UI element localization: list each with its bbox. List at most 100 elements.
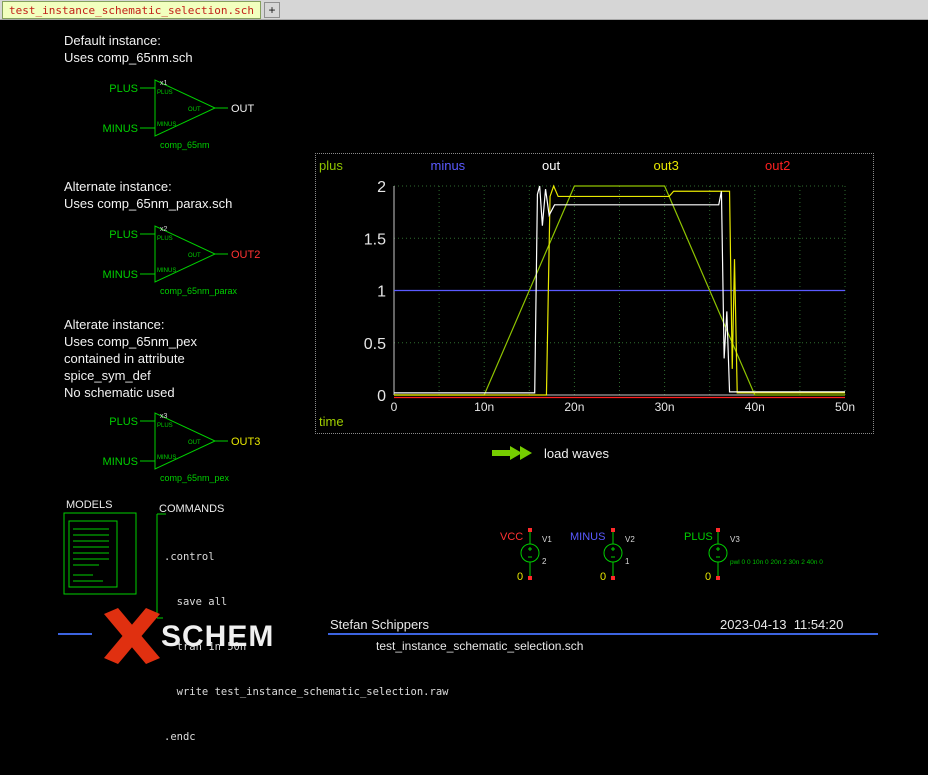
x-tick-label: 10n — [474, 400, 494, 414]
y-tick-label: 1.5 — [364, 231, 386, 248]
x-tick-label: 50n — [835, 400, 855, 414]
pin-label-out: OUT — [188, 253, 201, 259]
net-label-out3[interactable]: OUT3 — [231, 436, 260, 448]
commands-label: COMMANDS — [159, 503, 224, 515]
pin-label-out: OUT — [188, 440, 201, 446]
pin-square[interactable] — [611, 528, 615, 532]
load-waves-launcher[interactable]: load waves — [492, 445, 609, 461]
comparator-symbol-x3[interactable]: PLUS MINUS x3 PLUS OUT MINUS OUT3 comp_6… — [100, 403, 290, 488]
source-value-pwl: pwl 0 0 10n 0 20n 2 30n 2 40n 0 — [730, 559, 823, 566]
vsource-circle[interactable] — [604, 544, 622, 562]
pin-square[interactable] — [716, 528, 720, 532]
new-tab-button[interactable]: + — [264, 2, 280, 18]
heading-line: Default instance: — [64, 32, 193, 49]
schematic-filename: test_instance_schematic_selection.sch — [376, 639, 583, 653]
pin-label-minus: MINUS — [157, 122, 176, 128]
tab-bar: test_instance_schematic_selection.sch + — [0, 0, 928, 20]
instance-ref: V2 — [625, 535, 635, 544]
heading-line: Uses comp_65nm_parax.sch — [64, 195, 232, 212]
legend-out2[interactable]: out2 — [765, 158, 790, 173]
models-icon[interactable] — [63, 512, 139, 596]
title-block-line — [328, 633, 878, 635]
waveform-plot[interactable]: 010n20n30n40n50n00.511.52 plusminusoutou… — [316, 154, 873, 433]
load-waves-label[interactable]: load waves — [544, 446, 609, 461]
net-label-plus[interactable]: PLUS — [109, 83, 138, 95]
net-label-plus[interactable]: PLUS — [109, 416, 138, 428]
heading-line: No schematic used — [64, 384, 197, 401]
heading-line: Alternate instance: — [64, 178, 232, 195]
pin-square[interactable] — [611, 576, 615, 580]
symbol-name: comp_65nm_pex — [160, 473, 230, 483]
net-label-minus[interactable]: MINUS — [103, 269, 138, 281]
schematic-canvas[interactable]: Default instance: Uses comp_65nm.sch PLU… — [0, 20, 928, 665]
pin-square[interactable] — [528, 528, 532, 532]
y-tick-label: 0 — [377, 388, 386, 405]
heading-line: Alterate instance: — [64, 316, 197, 333]
tab-current-file[interactable]: test_instance_schematic_selection.sch — [2, 1, 261, 19]
arrow-head — [520, 446, 532, 460]
models-label: MODELS — [66, 499, 112, 511]
legend-plus[interactable]: plus — [319, 158, 343, 173]
legend-out[interactable]: out — [542, 158, 560, 173]
plot-legend: plus minus out out3 out2 — [319, 158, 790, 173]
waveform-graph[interactable]: 010n20n30n40n50n00.511.52 plusminusoutou… — [315, 153, 874, 434]
pin-label-out: OUT — [188, 107, 201, 113]
instance-1-heading: Default instance: Uses comp_65nm.sch — [64, 32, 193, 66]
source-value: 2 — [542, 557, 547, 566]
comparator-symbol-x2[interactable]: PLUS MINUS x2 PLUS OUT MINUS OUT2 comp_6… — [100, 216, 290, 301]
pin-label-plus: PLUS — [157, 423, 173, 429]
vsource-v3[interactable]: PLUS V3 pwl 0 0 10n 0 20n 2 30n 2 40n 0 … — [680, 528, 845, 588]
y-tick-label: 0.5 — [364, 336, 386, 353]
pin-square[interactable] — [716, 576, 720, 580]
vsource-circle[interactable] — [521, 544, 539, 562]
heading-line: Uses comp_65nm_pex — [64, 333, 197, 350]
net-label-out[interactable]: OUT — [231, 103, 255, 115]
net-label-gnd[interactable]: 0 — [705, 571, 711, 583]
net-label-vcc[interactable]: VCC — [500, 531, 523, 543]
heading-line: contained in attribute — [64, 350, 197, 367]
symbol-name: comp_65nm_parax — [160, 286, 238, 296]
net-label-minus[interactable]: MINUS — [103, 123, 138, 135]
code-line: save all — [164, 595, 448, 610]
net-label-gnd[interactable]: 0 — [600, 571, 606, 583]
code-line: write test_instance_schematic_selection.… — [164, 685, 448, 700]
xschem-logo-text: SCHEM — [161, 620, 274, 654]
net-label-gnd[interactable]: 0 — [517, 571, 523, 583]
instance-ref: x2 — [160, 226, 168, 233]
instance-ref: x1 — [160, 80, 168, 87]
vsource-circle[interactable] — [709, 544, 727, 562]
datetime-text: 2023-04-13 11:54:20 — [720, 617, 843, 632]
x-tick-label: 30n — [655, 400, 675, 414]
title-block-line — [58, 633, 92, 635]
models-page — [69, 521, 117, 587]
heading-line: spice_sym_def — [64, 367, 197, 384]
x-tick-label: 0 — [391, 400, 398, 414]
legend-out3[interactable]: out3 — [654, 158, 679, 173]
heading-line: Uses comp_65nm.sch — [64, 49, 193, 66]
net-label-plus[interactable]: PLUS — [109, 229, 138, 241]
y-tick-label: 2 — [377, 179, 386, 196]
comparator-symbol-x1[interactable]: PLUS MINUS x1 PLUS OUT MINUS OUT comp_65… — [100, 70, 290, 155]
xschem-logo-x-icon — [102, 608, 162, 665]
net-label-out2[interactable]: OUT2 — [231, 249, 260, 261]
graph-time-label: time — [319, 414, 344, 429]
net-label-minus[interactable]: MINUS — [570, 531, 605, 543]
green-arrow-icon — [492, 445, 536, 461]
net-label-plus[interactable]: PLUS — [684, 531, 713, 543]
tick-labels: 010n20n30n40n50n00.511.52 — [364, 179, 855, 414]
instance-ref: V3 — [730, 535, 740, 544]
author-text: Stefan Schippers — [330, 617, 429, 632]
pin-square[interactable] — [528, 576, 532, 580]
symbol-name: comp_65nm — [160, 140, 210, 150]
vsource-v2[interactable]: MINUS V2 1 0 — [565, 528, 665, 588]
code-line: .control — [164, 550, 448, 565]
net-label-minus[interactable]: MINUS — [103, 456, 138, 468]
pin-label-plus: PLUS — [157, 236, 173, 242]
wave-out[interactable] — [394, 186, 845, 393]
pin-label-minus: MINUS — [157, 455, 176, 461]
pin-label-plus: PLUS — [157, 90, 173, 96]
instance-3-heading: Alterate instance: Uses comp_65nm_pex co… — [64, 316, 197, 401]
code-line: .endc — [164, 730, 448, 745]
source-value: 1 — [625, 557, 630, 566]
legend-minus[interactable]: minus — [431, 158, 466, 173]
